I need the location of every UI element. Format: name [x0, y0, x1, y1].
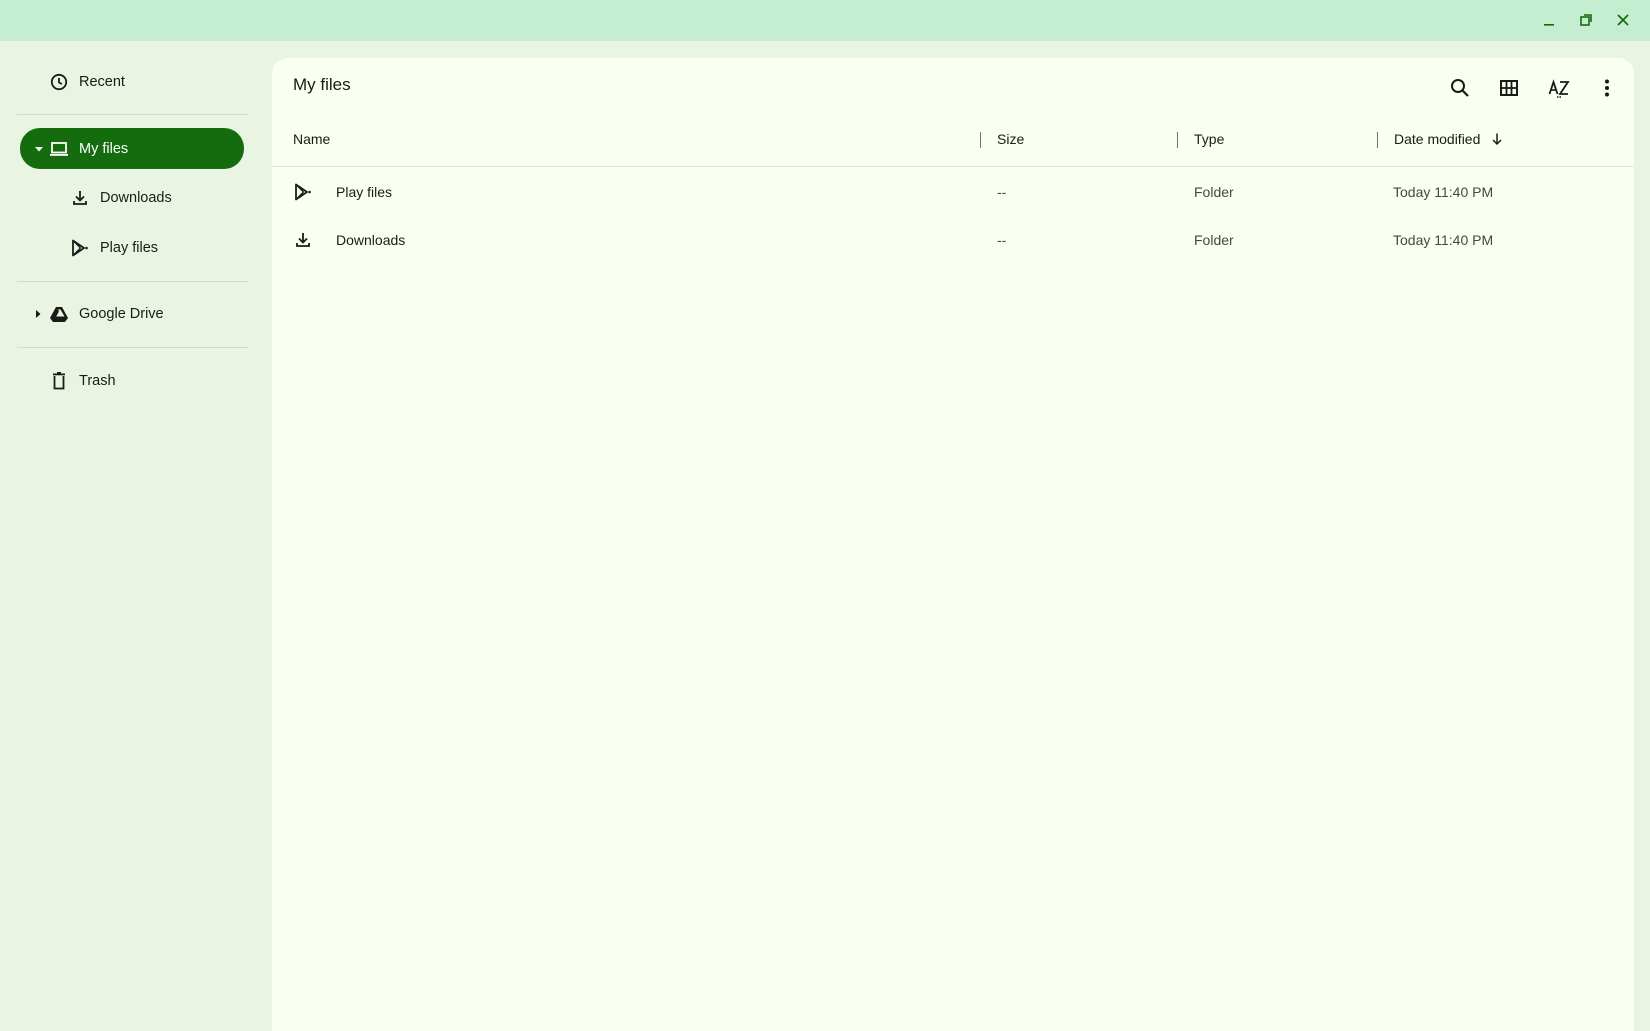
minimize-icon	[1544, 24, 1554, 26]
grid-icon	[1500, 80, 1518, 96]
column-header-size[interactable]: Size	[997, 123, 1024, 155]
file-list-panel: My files Name Size Type Date modified Pl…	[272, 58, 1634, 1031]
close-button[interactable]	[1607, 6, 1639, 34]
sidebar-item-label: Downloads	[100, 190, 172, 206]
sidebar-item-play-files[interactable]: Play files	[70, 228, 250, 268]
restore-button[interactable]	[1570, 6, 1602, 34]
file-date: Today 11:40 PM	[1393, 232, 1494, 248]
table-row[interactable]: Play files -- Folder Today 11:40 PM	[272, 168, 1634, 216]
name-cell: Downloads	[293, 216, 405, 264]
play-icon	[293, 182, 313, 202]
sort-button[interactable]	[1541, 70, 1577, 106]
table-row[interactable]: Downloads -- Folder Today 11:40 PM	[272, 216, 1634, 264]
column-resize-handle[interactable]	[1377, 132, 1378, 148]
trash-icon	[49, 371, 69, 391]
download-icon	[293, 230, 313, 250]
chevron-down-icon[interactable]	[33, 143, 45, 155]
chevron-right-icon[interactable]	[32, 308, 44, 320]
minimize-button[interactable]	[1533, 6, 1565, 34]
sidebar-divider	[17, 281, 248, 282]
column-header-type[interactable]: Type	[1194, 123, 1224, 155]
sidebar-item-trash[interactable]: Trash	[49, 361, 249, 401]
page-title: My files	[293, 75, 351, 94]
search-icon	[1451, 79, 1469, 97]
sidebar-item-label: My files	[79, 140, 129, 157]
sidebar-divider	[17, 114, 248, 115]
restore-icon	[1580, 14, 1592, 26]
column-resize-handle[interactable]	[980, 132, 981, 148]
sidebar-item-google-drive[interactable]: Google Drive	[32, 294, 250, 334]
sidebar: Recent My files Downloads Play files Goo…	[0, 41, 270, 1031]
file-name: Play files	[336, 184, 393, 200]
file-name: Downloads	[336, 232, 406, 248]
more-options-button[interactable]	[1589, 70, 1625, 106]
sidebar-item-label: Recent	[79, 74, 125, 90]
clock-icon	[49, 72, 69, 92]
name-cell: Play files	[293, 168, 392, 216]
sidebar-item-recent[interactable]: Recent	[49, 62, 249, 102]
close-icon	[1617, 14, 1629, 26]
file-type: Folder	[1194, 232, 1234, 248]
sidebar-item-label: Trash	[79, 373, 116, 389]
sidebar-item-downloads[interactable]: Downloads	[70, 178, 250, 218]
drive-icon	[49, 304, 69, 324]
arrow-down-icon	[1490, 132, 1504, 146]
title-bar	[0, 0, 1650, 41]
laptop-icon	[49, 139, 69, 159]
file-date: Today 11:40 PM	[1393, 184, 1494, 200]
sidebar-item-label: Google Drive	[79, 306, 164, 322]
sidebar-item-label: Play files	[100, 240, 159, 256]
grid-view-button[interactable]	[1491, 70, 1527, 106]
file-size: --	[997, 184, 1007, 200]
header-divider	[272, 166, 1634, 167]
column-resize-handle[interactable]	[1177, 132, 1178, 148]
file-size: --	[997, 232, 1007, 248]
search-button[interactable]	[1442, 70, 1478, 106]
column-header-date-modified[interactable]: Date modified	[1394, 123, 1504, 155]
sidebar-divider	[17, 347, 248, 348]
more-vert-icon	[1605, 79, 1609, 97]
file-type: Folder	[1194, 184, 1234, 200]
download-icon	[70, 188, 90, 208]
column-header-label: Date modified	[1394, 131, 1481, 147]
sort-az-icon	[1548, 79, 1570, 98]
sidebar-item-my-files[interactable]: My files	[20, 128, 244, 169]
play-icon	[70, 238, 90, 258]
column-header-name[interactable]: Name	[293, 123, 330, 155]
